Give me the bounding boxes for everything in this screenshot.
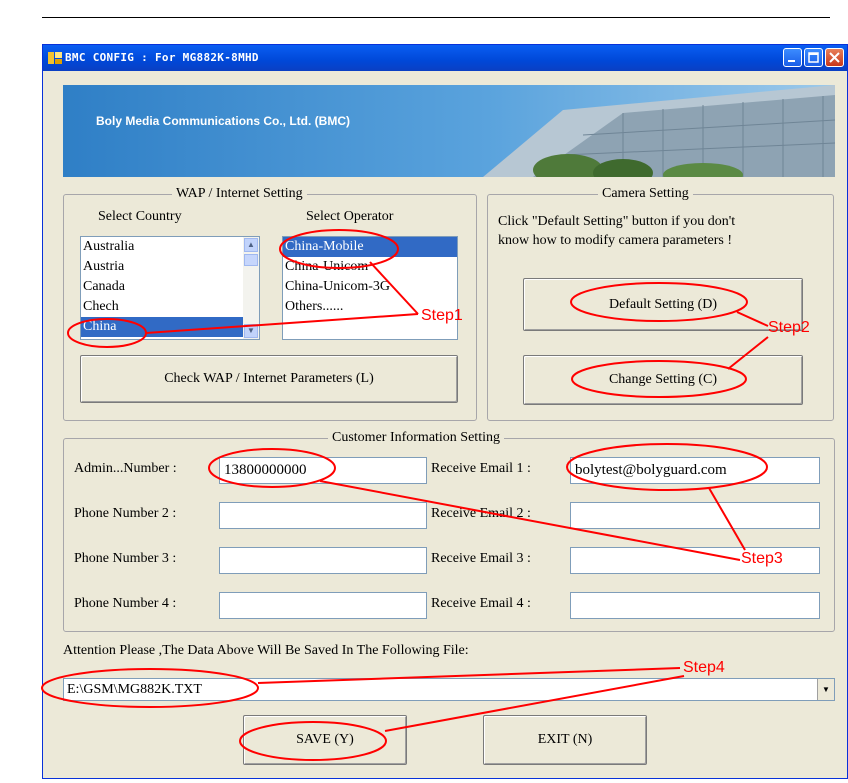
phone-number-4-label: Phone Number 4 : [74, 596, 177, 611]
dropdown-arrow-icon[interactable]: ▼ [817, 679, 834, 700]
wap-internet-group: WAP / Internet Setting Select Country Se… [63, 186, 477, 421]
phone-number-4-field[interactable] [219, 592, 427, 619]
receive-email-1-field[interactable]: bolytest@bolyguard.com [570, 457, 820, 484]
company-name: Boly Media Communications Co., Ltd. (BMC… [96, 114, 350, 128]
admin-number-label: Admin...Number : [74, 461, 177, 476]
customer-group-legend: Customer Information Setting [328, 430, 504, 446]
annotation-step1: Step1 [421, 307, 463, 324]
country-listbox[interactable]: Australia Austria Canada Chech China ▲ ▼ [80, 236, 260, 340]
receive-email-3-label: Receive Email 3 : [431, 551, 531, 566]
annotation-step2: Step2 [768, 319, 810, 336]
check-wap-button[interactable]: Check WAP / Internet Parameters (L) [80, 355, 458, 403]
receive-email-4-label: Receive Email 4 : [431, 596, 531, 611]
receive-email-2-label: Receive Email 2 : [431, 506, 531, 521]
change-setting-button[interactable]: Change Setting (C) [523, 355, 803, 405]
select-operator-label: Select Operator [306, 209, 394, 224]
minimize-icon [788, 60, 795, 62]
wap-group-legend: WAP / Internet Setting [172, 186, 307, 202]
country-scrollbar[interactable]: ▲ ▼ [243, 237, 259, 339]
operator-item[interactable]: China-Unicom [283, 257, 457, 277]
camera-setting-group: Camera Setting Click "Default Setting" b… [487, 186, 834, 421]
save-file-combobox[interactable]: E:\GSM\MG882K.TXT ▼ [63, 678, 835, 701]
receive-email-4-field[interactable] [570, 592, 820, 619]
default-setting-button[interactable]: Default Setting (D) [523, 278, 803, 331]
exit-button[interactable]: EXIT (N) [483, 715, 647, 765]
close-button[interactable] [825, 48, 844, 67]
app-icon [48, 52, 62, 64]
select-country-label: Select Country [98, 209, 182, 224]
phone-number-3-field[interactable] [219, 547, 427, 574]
title-bar[interactable]: BMC CONFIG : For MG882K-8MHD [43, 45, 847, 71]
phone-number-2-label: Phone Number 2 : [74, 506, 177, 521]
scroll-down-icon[interactable]: ▼ [244, 324, 258, 338]
country-item-selected[interactable]: China [81, 317, 243, 337]
country-item[interactable]: Australia [81, 237, 259, 257]
customer-info-group: Customer Information Setting Admin...Num… [63, 430, 835, 632]
company-banner: Boly Media Communications Co., Ltd. (BMC… [63, 85, 835, 177]
camera-note-line1: Click "Default Setting" button if you do… [498, 214, 736, 229]
camera-group-legend: Camera Setting [598, 186, 693, 202]
country-item[interactable]: Canada [81, 277, 259, 297]
save-file-path: E:\GSM\MG882K.TXT [67, 682, 202, 697]
scroll-up-icon[interactable]: ▲ [244, 238, 258, 252]
operator-item[interactable]: China-Unicom-3G [283, 277, 457, 297]
phone-number-2-field[interactable] [219, 502, 427, 529]
close-icon [829, 52, 840, 63]
country-item[interactable]: Chech [81, 297, 259, 317]
camera-note-line2: know how to modify camera parameters ! [498, 233, 733, 248]
operator-item-selected[interactable]: China-Mobile [283, 237, 457, 257]
annotation-step3: Step3 [741, 550, 783, 567]
admin-number-field[interactable]: 13800000000 [219, 457, 427, 484]
receive-email-2-field[interactable] [570, 502, 820, 529]
country-item[interactable]: Austria [81, 257, 259, 277]
minimize-button[interactable] [783, 48, 802, 67]
attention-text: Attention Please ,The Data Above Will Be… [63, 643, 469, 658]
phone-number-3-label: Phone Number 3 : [74, 551, 177, 566]
page-rule [42, 17, 830, 18]
receive-email-1-label: Receive Email 1 : [431, 461, 531, 476]
scroll-thumb[interactable] [244, 254, 258, 266]
save-button[interactable]: SAVE (Y) [243, 715, 407, 765]
config-window: BMC CONFIG : For MG882K-8MHD Boly Media … [42, 44, 848, 779]
window-title: BMC CONFIG : For MG882K-8MHD [65, 51, 259, 64]
maximize-icon [808, 52, 819, 63]
banner-image [63, 85, 835, 177]
maximize-button[interactable] [804, 48, 823, 67]
annotation-step4: Step4 [683, 659, 725, 676]
